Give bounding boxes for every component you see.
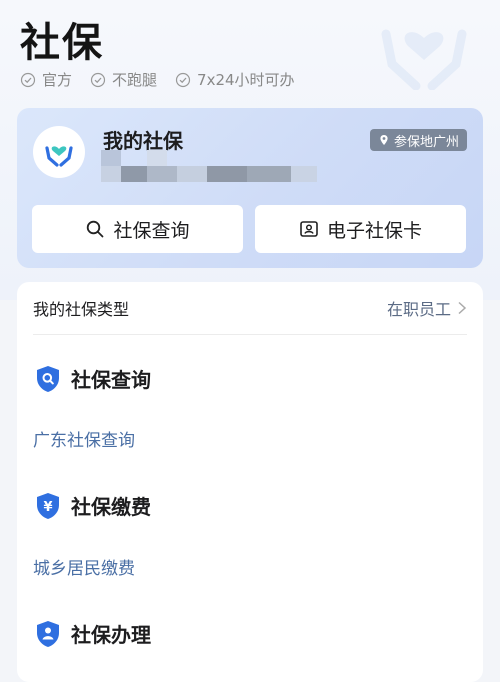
tag-label: 官方 (42, 71, 73, 89)
id-card-icon (300, 221, 318, 237)
care-hands-icon (45, 146, 73, 167)
location-badge[interactable]: 参保地广州 (369, 129, 467, 151)
location-pin-icon (380, 135, 388, 145)
section-query: 社保查询 (35, 364, 151, 393)
tag-label: 7x24小时可办 (197, 71, 295, 89)
section-title: 社保办理 (71, 623, 151, 647)
e-social-card-button[interactable]: 电子社保卡 (255, 205, 466, 253)
check-circle-icon (20, 72, 36, 87)
button-label: 电子社保卡 (326, 219, 422, 242)
care-hands-watermark-icon (381, 29, 467, 90)
shield-search-icon (37, 365, 59, 392)
section-title: 社保查询 (71, 368, 151, 392)
type-value: 在职员工 (387, 296, 467, 320)
tag-official: 官方 (20, 69, 72, 90)
shield-person-icon (37, 620, 59, 647)
tag-no-errand: 不跑腿 (90, 69, 157, 90)
section-handling: 社保办理 (35, 619, 151, 648)
avatar (33, 126, 85, 178)
button-label: 社保查询 (113, 219, 190, 242)
tag-label: 不跑腿 (112, 71, 158, 89)
search-icon (87, 220, 104, 238)
section-payment: ¥ 社保缴费 (35, 491, 151, 520)
type-value-text: 在职员工 (386, 300, 451, 319)
check-circle-icon (90, 72, 106, 87)
location-label: 参保地广州 (393, 134, 459, 150)
chevron-right-icon (458, 301, 467, 315)
resident-payment-link[interactable]: 城乡居民缴费 (33, 554, 135, 579)
section-title: 社保缴费 (71, 495, 151, 519)
services-card: 我的社保类型 在职员工 社保查询 广东社保查询 ¥ 社保缴费 城乡居民缴费 社保… (17, 282, 483, 682)
my-social-security-card[interactable]: 我的社保 参保地广州 社保查询 电子社保卡 (17, 108, 483, 268)
social-security-query-button[interactable]: 社保查询 (32, 205, 243, 253)
type-label: 我的社保类型 (33, 300, 130, 319)
check-circle-icon (175, 72, 191, 87)
tag-24h: 7x24小时可办 (175, 69, 295, 90)
page-title: 社保 (20, 20, 104, 66)
svg-text:¥: ¥ (43, 500, 52, 515)
shield-yen-icon: ¥ (37, 492, 59, 519)
guangdong-query-link[interactable]: 广东社保查询 (33, 426, 135, 451)
redacted-id-mosaic (101, 150, 317, 182)
feature-tags: 官方 不跑腿 7x24小时可办 (20, 69, 295, 90)
social-security-type-row[interactable]: 我的社保类型 在职员工 (33, 282, 467, 335)
